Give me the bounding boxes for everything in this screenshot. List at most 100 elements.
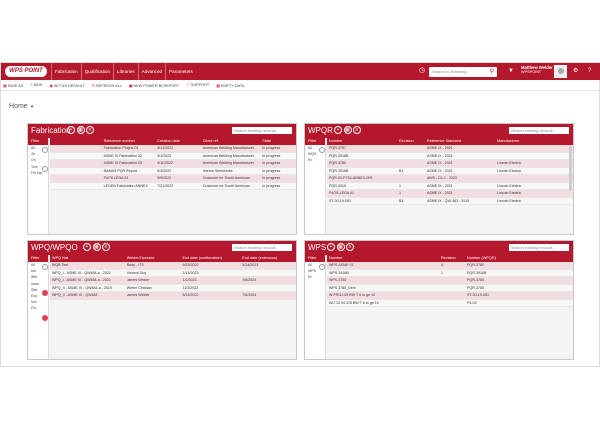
filter-toggle[interactable] <box>42 147 48 153</box>
list-icon[interactable]: ≡ <box>102 243 110 251</box>
table-cell: PQR-3780 <box>467 263 484 267</box>
table-row[interactable]: PQR-3780 ASME IX - 2021 Lincoln Electric <box>327 160 573 168</box>
column-header[interactable]: Number (WPQR) <box>465 255 535 262</box>
table-row[interactable]: WPQ_II - ASME IX - QW484 James Welder 6/16… <box>50 292 296 300</box>
table-row[interactable]: P4/78 LEGA 01 5/9/2022 Customer for South … <box>50 175 296 183</box>
page-title[interactable]: Home ▾ <box>9 103 33 110</box>
avatar[interactable] <box>554 65 567 78</box>
help-icon[interactable]: ? <box>588 66 591 76</box>
table-row[interactable]: WPQ_II - ASME IX - QW484-a - 2019 Weber C… <box>50 284 296 292</box>
table-row[interactable]: LEGEN Fabrication ANNEX 7/21/2022 Customer… <box>50 182 296 190</box>
add-icon[interactable]: + <box>327 243 335 251</box>
history-icon[interactable]: ◷ <box>419 67 425 75</box>
list-icon[interactable]: ≡ <box>353 126 361 134</box>
column-header[interactable]: Welder/Operator <box>125 255 181 262</box>
column-header[interactable]: Revision <box>439 255 465 262</box>
column-header[interactable]: WPQ Nat. <box>50 255 125 262</box>
filter-toggle-active[interactable] <box>42 290 48 296</box>
table-row[interactable]: WPS-ASME 01 A PQR-3780 <box>327 262 573 270</box>
column-header[interactable]: Manufacturer <box>495 138 565 145</box>
column-header[interactable] <box>50 138 102 145</box>
filter-toggle[interactable] <box>42 166 48 172</box>
add-icon[interactable]: + <box>334 126 342 134</box>
add-icon[interactable]: + <box>67 126 75 134</box>
new-button[interactable]: +NEW <box>30 83 42 87</box>
filter-toggle[interactable] <box>319 264 325 270</box>
column-header[interactable]: Creation date <box>155 138 201 145</box>
table-row[interactable]: W-PROJ-05 BW T 6 to ge 10 ST-00-19-081 <box>327 292 573 300</box>
table-row[interactable]: WPS-3780 PQR-3780 <box>327 277 573 285</box>
table-row[interactable]: WPS-3916B 1 PQR-3916B <box>327 269 573 277</box>
global-search-input[interactable]: Search in 3Welding ⚲ <box>429 67 497 77</box>
table-row[interactable]: WPQ_I - ASME IX - QW484-a - 2021 James We… <box>50 277 296 285</box>
grid-icon[interactable]: ▦ <box>343 126 352 134</box>
menu-fabrication[interactable]: Fabrication <box>51 63 81 80</box>
filter-toggle[interactable] <box>319 147 325 153</box>
grid-icon[interactable]: ▦ <box>336 243 345 251</box>
column-header[interactable]: Reference number <box>102 138 156 145</box>
column-header[interactable]: End date (confirmation) <box>180 255 240 262</box>
filter-header: Filter <box>28 138 48 145</box>
grid-icon[interactable]: ▦ <box>92 243 101 251</box>
panel-search-input[interactable]: Search existing records <box>231 243 293 252</box>
table-row[interactable]: Fabrication Project 01 4/13/2022 American … <box>50 145 296 153</box>
list-icon[interactable]: ≡ <box>346 243 354 251</box>
table-cell <box>439 300 465 307</box>
table-row[interactable]: WPQ_I - ASME IX - QW484-a - 2021 Vincent … <box>50 269 296 277</box>
table-row[interactable]: PQR-3916B ASME IX - 2021 <box>327 152 573 160</box>
filter-item[interactable]: En <box>305 274 325 280</box>
table-cell: PQR-3916B <box>329 153 349 158</box>
column-header[interactable]: Client ref. <box>201 138 261 145</box>
user-info[interactable]: Matthew Welder WPSPOINT <box>521 65 553 75</box>
table-row[interactable]: WQB Test Rudy - IT5 6/23/2022 3/24/2023 <box>50 262 296 270</box>
gear-icon[interactable]: ⚙ <box>573 66 578 76</box>
table-cell <box>397 175 425 182</box>
support-button[interactable]: ⓘSUPPORT <box>186 83 209 88</box>
save-as-button[interactable]: ▦SAVE AS <box>3 83 23 88</box>
table-header: WPQ Nat. Welder/Operator End date (confi… <box>50 255 296 262</box>
column-header[interactable]: Number <box>327 255 439 262</box>
add-icon[interactable]: + <box>83 243 91 251</box>
table-row[interactable]: WPS 3780_Dem PQR-3780 <box>327 284 573 292</box>
filter-toggle-active[interactable] <box>42 315 48 321</box>
table-row[interactable]: ST-00-19-081 B1 ASME IX - QW-483 : 2010 Lin… <box>327 197 573 205</box>
table-cell <box>439 277 465 284</box>
table-row[interactable]: PQR-3757 ASME IX - 2021 <box>327 145 573 153</box>
menu-advanced[interactable]: Advanced <box>137 63 165 80</box>
menu-qualification[interactable]: Qualification <box>80 63 113 80</box>
column-header[interactable]: End date (extension) <box>240 255 296 262</box>
panel-search-input[interactable]: Search existing records <box>508 126 570 135</box>
panel-search-input[interactable]: Search existing records <box>231 126 293 135</box>
column-header[interactable]: Revision <box>397 138 425 145</box>
table-row[interactable]: ASME IX Fabrication 02 4/1/2022 American W… <box>50 152 296 160</box>
filter-item[interactable]: Fin <box>28 305 48 311</box>
filter-icon[interactable]: ▼ <box>508 66 514 76</box>
wpqr-panel: WPQR + ▦ ≡ Search existing records Filte… <box>304 123 574 235</box>
search-icon[interactable]: ⚲ <box>490 67 494 77</box>
table-row[interactable]: NAMAS PQR Report 5/4/2022 Interne Steelwor… <box>50 167 296 175</box>
table-cell: 7/6/2024 <box>242 278 257 282</box>
table-row[interactable]: PQR-00-P734-ANNEX-005 AWS - D1.1 : 2020 <box>327 175 573 183</box>
menu-libraries[interactable]: Libraries <box>113 63 138 80</box>
table-row[interactable]: WC 12 04 376 BW T 6 to ge 10 P4-03 <box>327 299 573 307</box>
column-header[interactable]: State <box>260 138 296 145</box>
grid-icon[interactable]: ▦ <box>76 126 85 134</box>
table-row[interactable]: ASME IX Fabrication 03 4/11/2022 American … <box>50 160 296 168</box>
column-header[interactable]: Reference Standard <box>425 138 495 145</box>
list-icon[interactable]: ≡ <box>86 126 94 134</box>
table-row[interactable]: P4/78-LEGA 01 1 ASME IX - 2021 Lincoln Elec… <box>327 190 573 198</box>
table-row[interactable]: PQR-3915 1 ASME IX - 2021 Lincoln Electric <box>327 182 573 190</box>
empty-data-button[interactable]: ▦EMPTY DATA <box>216 83 244 88</box>
filter-item[interactable]: En <box>305 157 325 163</box>
panel-title: Fabrication <box>31 126 71 135</box>
new-report-button[interactable]: ▣NEW POWER BI REPORT <box>129 83 179 88</box>
table-cell <box>439 292 465 299</box>
refresh-all-button[interactable]: ↻REFRESH ALL <box>92 83 122 88</box>
filter-toggle[interactable] <box>42 264 48 270</box>
panel-search-input[interactable]: Search existing records <box>508 243 570 252</box>
column-header[interactable]: Number <box>327 138 397 145</box>
scrollbar[interactable] <box>569 146 572 191</box>
table-row[interactable]: PQR-3916B B1 ASME IX - 2021 Lincoln Electri… <box>327 167 573 175</box>
menu-parameters[interactable]: Parameters <box>165 63 196 80</box>
set-default-button[interactable]: ◉SET AS DEFAULT <box>49 83 84 88</box>
